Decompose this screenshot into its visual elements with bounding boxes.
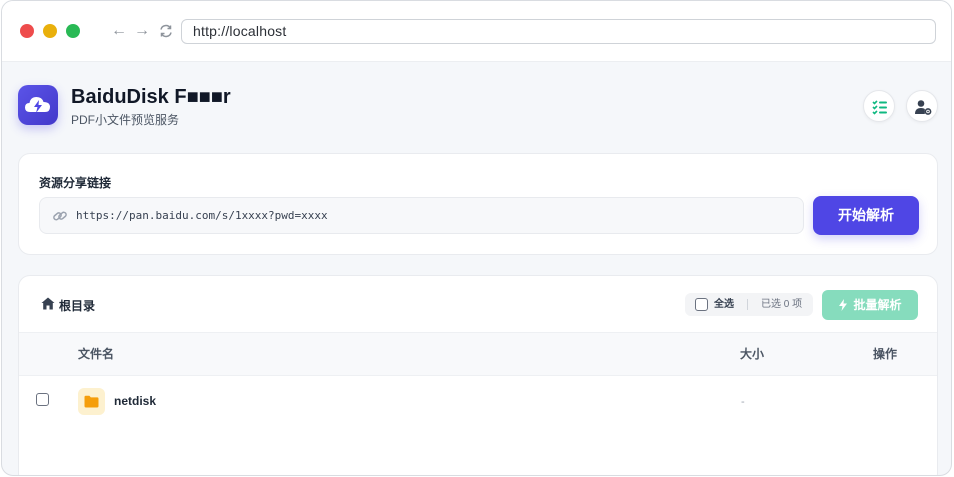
browser-toolbar: ← → http://localhost <box>2 1 951 62</box>
home-icon <box>41 297 55 310</box>
selected-count: 已选 0 项 <box>761 299 803 310</box>
select-all-checkbox[interactable] <box>695 298 708 311</box>
share-link-value: https://pan.baidu.com/s/1xxxx?pwd=xxxx <box>76 209 328 222</box>
column-header-name: 文件名 <box>78 347 115 361</box>
row-checkbox[interactable] <box>36 393 49 406</box>
minimize-window-button[interactable] <box>43 24 57 38</box>
batch-parse-button[interactable]: 批量解析 <box>822 290 918 320</box>
app-title: BaiduDisk F■■■r <box>71 86 231 108</box>
address-bar[interactable]: http://localhost <box>181 19 936 44</box>
table-row[interactable]: netdisk - <box>19 376 937 428</box>
maximize-window-button[interactable] <box>66 24 80 38</box>
task-list-icon <box>872 100 887 115</box>
reload-icon[interactable] <box>157 21 175 41</box>
back-arrow-icon[interactable]: ← <box>110 21 128 41</box>
select-all-toggle[interactable]: 全选 已选 0 项 <box>685 293 813 316</box>
close-window-button[interactable] <box>20 24 34 38</box>
divider <box>747 299 748 310</box>
file-size: - <box>741 396 745 408</box>
column-header-size: 大小 <box>740 347 765 361</box>
task-list-button[interactable] <box>863 90 895 122</box>
folder-icon <box>78 388 105 415</box>
batch-parse-label: 批量解析 <box>853 298 902 312</box>
share-link-card: 资源分享链接 https://pan.baidu.com/s/1xxxx?pwd… <box>18 153 938 255</box>
column-header-action: 操作 <box>873 347 898 361</box>
browser-window: ← → http://localhost BaiduDisk F■■■r PDF… <box>1 0 952 476</box>
start-parse-button[interactable]: 开始解析 <box>813 196 919 235</box>
share-link-label: 资源分享链接 <box>39 176 112 190</box>
app-subtitle: PDF小文件预览服务 <box>71 113 180 127</box>
table-header: 文件名 大小 操作 <box>19 332 937 376</box>
forward-arrow-icon[interactable]: → <box>133 21 151 41</box>
file-name[interactable]: netdisk <box>114 376 156 427</box>
user-settings-button[interactable] <box>906 90 938 122</box>
bolt-icon <box>839 299 848 311</box>
file-list-card: 根目录 全选 已选 0 项 批量解析 文件名 大小 操作 netdisk - <box>18 275 938 475</box>
link-icon <box>53 211 67 221</box>
breadcrumb-root: 根目录 <box>59 299 96 313</box>
share-link-input[interactable]: https://pan.baidu.com/s/1xxxx?pwd=xxxx <box>39 197 804 234</box>
app-logo-icon <box>18 85 58 125</box>
select-all-label: 全选 <box>714 299 734 310</box>
user-gear-icon <box>915 100 932 115</box>
